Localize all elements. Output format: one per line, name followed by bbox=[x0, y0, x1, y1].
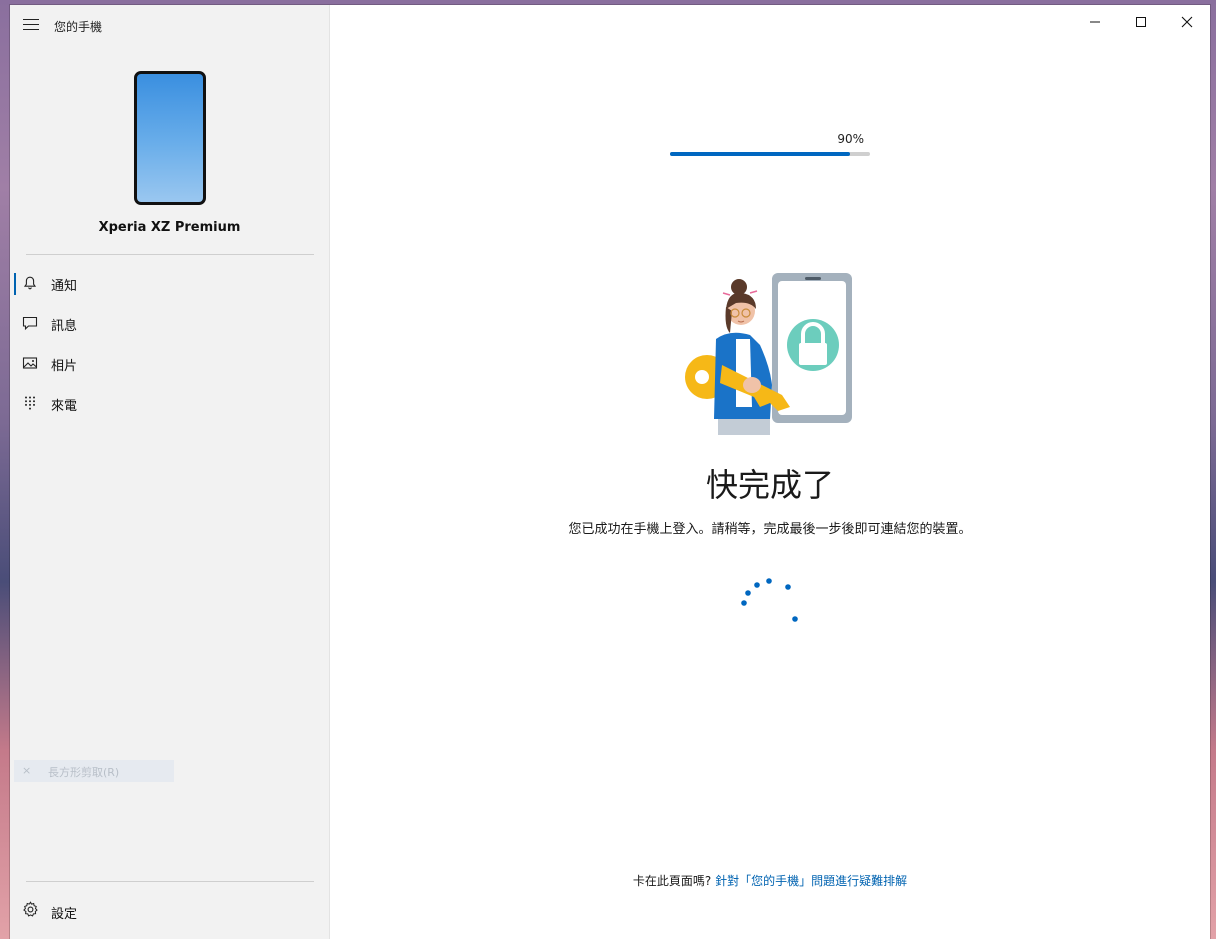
sidebar-item-label: 相片 bbox=[51, 359, 78, 374]
close-button[interactable] bbox=[1164, 5, 1210, 39]
progress-fill bbox=[670, 152, 850, 156]
page-heading: 快完成了 bbox=[705, 466, 834, 504]
gear-icon bbox=[23, 901, 38, 917]
message-icon bbox=[22, 316, 38, 331]
troubleshoot-footer: 卡在此頁面嗎? 針對「您的手機」問題進行疑難排解 bbox=[330, 872, 1210, 889]
sidebar-item-label: 通知 bbox=[51, 279, 78, 294]
dialpad-icon bbox=[25, 396, 35, 410]
app-title: 您的手機 bbox=[54, 20, 103, 34]
phone-image bbox=[134, 71, 206, 205]
minimize-button[interactable] bbox=[1072, 5, 1118, 39]
sidebar-item-notifications[interactable]: 通知 bbox=[10, 266, 329, 302]
title-bar: 您的手機 bbox=[10, 5, 329, 47]
sidebar-item-label: 來電 bbox=[51, 399, 78, 414]
sidebar-divider bbox=[26, 254, 314, 255]
phone-key-illustration bbox=[685, 273, 852, 435]
main-content: 90% 快完成了 您已成功在手機上登入。請稍等，完成最後一步後即可連結您的裝置。… bbox=[330, 5, 1210, 939]
snip-tooltip: × 長方形剪取(R) bbox=[14, 760, 174, 782]
sidebar-item-messages[interactable]: 訊息 bbox=[10, 306, 329, 342]
sidebar: 您的手機 Xperia XZ Premium 通知 訊息 相片 來電 × 長方形… bbox=[10, 5, 330, 939]
sidebar-item-photos[interactable]: 相片 bbox=[10, 346, 329, 382]
progress-percent: 90% bbox=[837, 132, 864, 146]
settings-label: 設定 bbox=[51, 907, 78, 922]
snip-tooltip-label: 長方形剪取(R) bbox=[48, 766, 120, 779]
maximize-icon bbox=[1136, 17, 1146, 27]
progress-bar bbox=[670, 152, 870, 156]
settings-button[interactable]: 設定 bbox=[10, 893, 329, 929]
sidebar-item-calls[interactable]: 來電 bbox=[10, 386, 329, 422]
bell-icon bbox=[23, 276, 37, 290]
loading-spinner-icon bbox=[741, 578, 798, 622]
sidebar-divider bbox=[26, 881, 314, 882]
photo-icon bbox=[22, 357, 38, 369]
minimize-icon bbox=[1090, 21, 1100, 23]
sidebar-item-label: 訊息 bbox=[51, 319, 78, 334]
footer-text: 卡在此頁面嗎? bbox=[632, 874, 716, 888]
status-message: 您已成功在手機上登入。請稍等，完成最後一步後即可連結您的裝置。 bbox=[568, 522, 972, 537]
app-window: 您的手機 Xperia XZ Premium 通知 訊息 相片 來電 × 長方形… bbox=[10, 5, 1210, 939]
device-name: Xperia XZ Premium bbox=[98, 220, 241, 235]
hamburger-menu-icon[interactable] bbox=[23, 19, 39, 31]
close-icon bbox=[1181, 16, 1193, 28]
close-icon: × bbox=[22, 764, 32, 777]
troubleshoot-link[interactable]: 針對「您的手機」問題進行疑難排解 bbox=[715, 874, 907, 888]
maximize-button[interactable] bbox=[1118, 5, 1164, 39]
